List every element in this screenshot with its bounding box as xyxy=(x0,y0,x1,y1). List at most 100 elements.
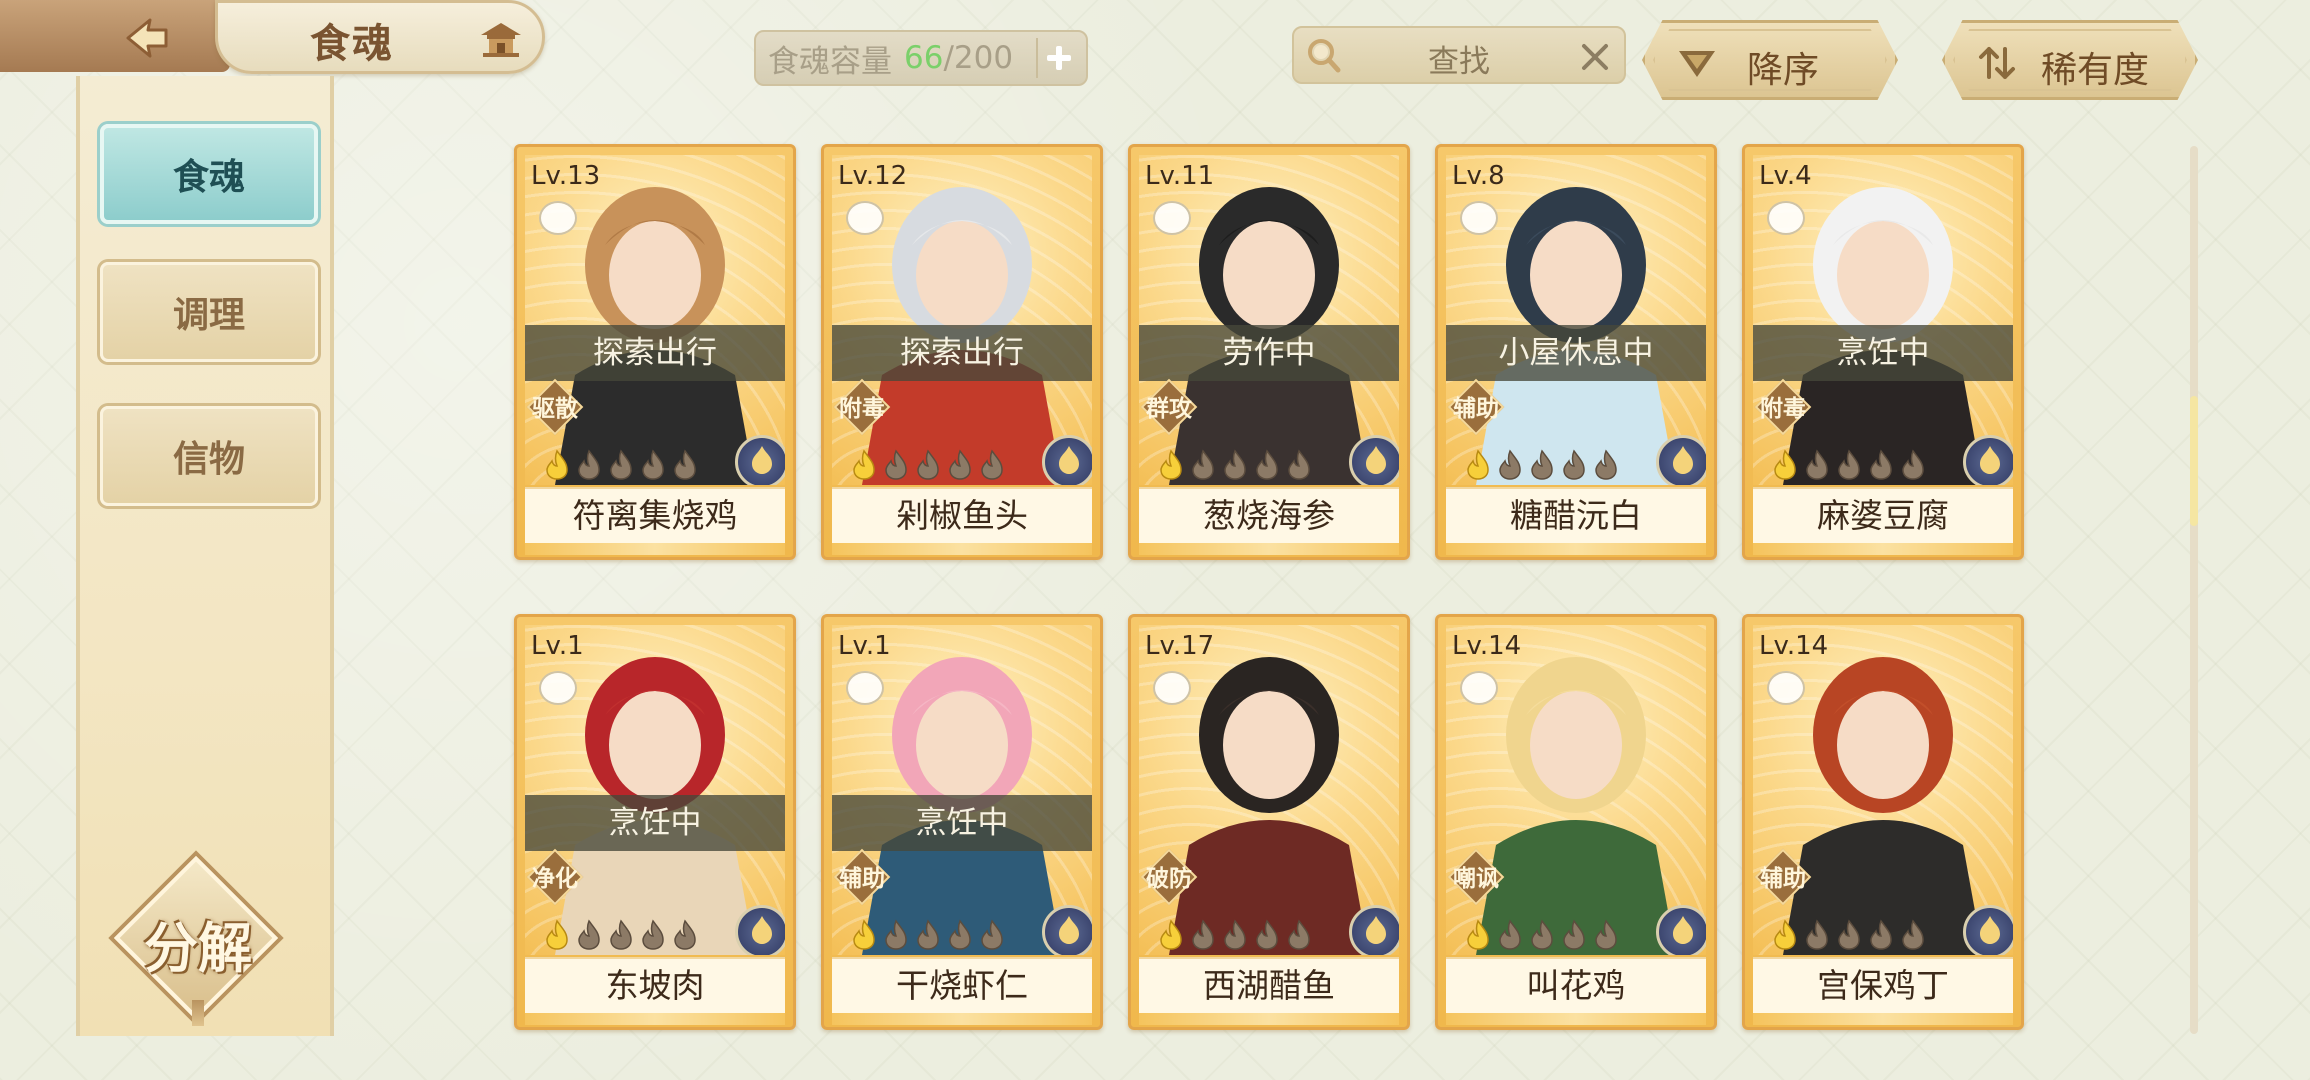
role-label: 附毒 xyxy=(839,396,885,422)
portrait: Lv.14 辅助 xyxy=(1753,625,2013,955)
food-soul-name: 糖醋沅白 xyxy=(1446,487,1706,543)
bowl-icon xyxy=(539,201,577,235)
flame-star-icon xyxy=(1499,449,1521,480)
star-rating xyxy=(1771,449,1927,481)
food-soul-card[interactable]: Lv.14 嘲讽 叫花鸡 xyxy=(1435,614,1717,1030)
food-soul-card[interactable]: Lv.12 探索出行 附毒 剁椒鱼头 xyxy=(821,144,1103,560)
capacity-add-button[interactable] xyxy=(1036,38,1080,78)
status-banner: 小屋休息中 xyxy=(1446,325,1706,381)
level-label: Lv.11 xyxy=(1145,161,1215,191)
star-rating xyxy=(543,449,699,481)
star-rating xyxy=(850,449,1006,481)
flame-star-icon xyxy=(1160,919,1182,950)
decompose-label: 分解 xyxy=(144,916,252,980)
tab-food-souls[interactable]: 食魂 xyxy=(100,124,318,224)
food-soul-name: 宫保鸡丁 xyxy=(1753,957,2013,1013)
element-emblem-icon xyxy=(1042,905,1092,955)
flame-star-icon xyxy=(917,919,939,950)
sort-order-label: 降序 xyxy=(1747,50,1820,91)
header: 食魂 xyxy=(0,0,560,78)
star-rating xyxy=(850,919,1006,951)
flame-star-icon xyxy=(853,919,875,950)
food-soul-card[interactable]: Lv.13 探索出行 驱散 符离集烧鸡 xyxy=(514,144,796,560)
food-soul-card[interactable]: Lv.11 劳作中 群攻 葱烧海参 xyxy=(1128,144,1410,560)
tab-food-souls-label: 食魂 xyxy=(172,156,245,198)
status-banner: 烹饪中 xyxy=(832,795,1092,851)
status-banner: 探索出行 xyxy=(832,325,1092,381)
portrait: Lv.14 嘲讽 xyxy=(1446,625,1706,955)
food-soul-card[interactable]: Lv.14 辅助 宫保鸡丁 xyxy=(1742,614,2024,1030)
flame-star-icon xyxy=(853,449,875,480)
level-label: Lv.13 xyxy=(531,161,601,191)
flame-star-icon xyxy=(1160,449,1182,480)
level-label: Lv.1 xyxy=(838,631,891,661)
food-soul-name: 剁椒鱼头 xyxy=(832,487,1092,543)
flame-star-icon xyxy=(1288,449,1310,480)
capacity-current: 66 xyxy=(904,40,944,76)
flame-star-icon xyxy=(1902,919,1924,950)
sort-order-button[interactable]: 降序 xyxy=(1642,20,1898,100)
flame-star-icon xyxy=(578,449,600,480)
status-banner: 探索出行 xyxy=(525,325,785,381)
role-label: 辅助 xyxy=(1453,396,1499,422)
role-label: 附毒 xyxy=(1760,396,1806,422)
tab-tokens-label: 信物 xyxy=(172,438,245,480)
decompose-button[interactable]: 分解 xyxy=(113,855,279,1026)
food-soul-name: 干烧虾仁 xyxy=(832,957,1092,1013)
flame-star-icon xyxy=(1838,919,1860,950)
flame-star-icon xyxy=(1806,919,1828,950)
flame-star-icon xyxy=(885,449,907,480)
portrait: Lv.8 小屋休息中 辅助 xyxy=(1446,155,1706,485)
flame-star-icon xyxy=(1224,449,1246,480)
search-input[interactable]: 查找 xyxy=(1292,26,1626,84)
triangle-down-icon xyxy=(1679,51,1715,77)
bowl-icon xyxy=(539,671,577,705)
flame-star-icon xyxy=(578,919,600,950)
scrollbar[interactable] xyxy=(2190,146,2198,1034)
level-label: Lv.12 xyxy=(838,161,908,191)
flame-star-icon xyxy=(917,449,939,480)
element-emblem-icon xyxy=(1042,435,1092,485)
flame-star-icon xyxy=(1902,449,1924,480)
food-soul-card[interactable]: Lv.1 烹饪中 辅助 干烧虾仁 xyxy=(821,614,1103,1030)
role-label: 群攻 xyxy=(1146,396,1192,422)
flame-star-icon xyxy=(1838,449,1860,480)
flame-star-icon xyxy=(1870,449,1892,480)
flame-star-icon xyxy=(1595,449,1617,480)
home-button[interactable] xyxy=(470,16,532,62)
tab-conditioning[interactable]: 调理 xyxy=(100,262,318,362)
capacity-label: 食魂容量 xyxy=(768,43,892,80)
food-soul-card[interactable]: Lv.1 烹饪中 净化 东坡肉 xyxy=(514,614,796,1030)
search-icon xyxy=(1308,39,1341,73)
role-label: 辅助 xyxy=(1760,866,1806,892)
flame-star-icon xyxy=(642,919,664,950)
flame-star-icon xyxy=(1467,919,1489,950)
food-soul-name: 东坡肉 xyxy=(525,957,785,1013)
sort-rarity-button[interactable]: 稀有度 xyxy=(1942,20,2198,100)
tab-tokens[interactable]: 信物 xyxy=(100,406,318,506)
role-badge: 辅助 xyxy=(1753,848,1815,906)
back-button[interactable] xyxy=(118,14,176,62)
flame-star-icon xyxy=(1288,919,1310,950)
close-icon[interactable] xyxy=(1578,40,1612,74)
star-rating xyxy=(543,919,699,951)
portrait: Lv.12 探索出行 附毒 xyxy=(832,155,1092,485)
element-emblem-icon xyxy=(1656,435,1706,485)
food-soul-card[interactable]: Lv.17 破防 西湖醋鱼 xyxy=(1128,614,1410,1030)
scrollbar-thumb[interactable] xyxy=(2190,396,2198,526)
star-rating xyxy=(1157,919,1313,951)
flame-star-icon xyxy=(1256,449,1278,480)
food-soul-card[interactable]: Lv.8 小屋休息中 辅助 糖醋沅白 xyxy=(1435,144,1717,560)
element-emblem-icon xyxy=(735,905,785,955)
role-label: 辅助 xyxy=(839,866,885,892)
flame-star-icon xyxy=(610,449,632,480)
status-banner: 烹饪中 xyxy=(525,795,785,851)
flame-star-icon xyxy=(1563,449,1585,480)
bowl-icon xyxy=(1767,201,1805,235)
element-emblem-icon xyxy=(1963,435,2013,485)
food-soul-card[interactable]: Lv.4 烹饪中 附毒 麻婆豆腐 xyxy=(1742,144,2024,560)
bowl-icon xyxy=(1460,671,1498,705)
flame-star-icon xyxy=(1774,919,1796,950)
restaurant-pavilion-icon xyxy=(481,23,521,57)
role-badge: 附毒 xyxy=(832,378,894,436)
